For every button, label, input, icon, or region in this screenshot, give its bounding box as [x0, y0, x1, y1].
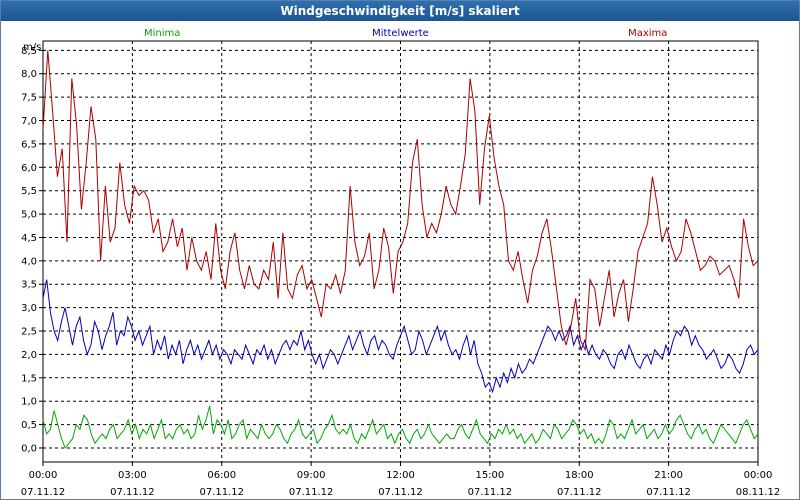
- x-tick-date: 07.11.12: [21, 487, 66, 498]
- legend-mittelwerte: Mittelwerte: [372, 28, 429, 39]
- x-tick-date: 08.11.12: [736, 487, 781, 498]
- y-tick-label: 7,5: [21, 93, 37, 104]
- x-tick-date: 07.11.12: [199, 487, 244, 498]
- y-tick-label: 0,0: [21, 443, 37, 454]
- x-tick-time: 00:00: [744, 470, 773, 481]
- y-tick-label: 8,0: [21, 69, 37, 80]
- x-tick-time: 18:00: [565, 470, 594, 481]
- y-tick-label: 5,5: [21, 186, 37, 197]
- chart-window: Windgeschwindigkeit [m/s] skaliert 0,0 0,…: [0, 0, 800, 500]
- x-tick-date: 07.11.12: [646, 487, 691, 498]
- x-tick-time: 15:00: [475, 470, 504, 481]
- y-axis-unit: m/s: [23, 42, 41, 53]
- x-tick-time: 00:00: [29, 470, 58, 481]
- y-tick-label: 2,5: [21, 327, 37, 338]
- y-tick-label: 6,0: [21, 163, 37, 174]
- x-tick-time: 03:00: [118, 470, 147, 481]
- x-tick-date: 07.11.12: [557, 487, 602, 498]
- y-tick-label: 0,5: [21, 420, 37, 431]
- legend-maxima: Maxima: [628, 28, 667, 39]
- y-tick-label: 5,0: [21, 210, 37, 221]
- y-tick-label: 1,5: [21, 373, 37, 384]
- y-tick-label: 2,0: [21, 350, 37, 361]
- x-tick-date: 07.11.12: [378, 487, 423, 498]
- x-tick-time: 09:00: [297, 470, 326, 481]
- legend: Minima Mittelwerte Maxima: [144, 28, 667, 39]
- y-tick-label: 3,0: [21, 303, 37, 314]
- x-tick-time: 06:00: [207, 470, 236, 481]
- x-tick-time: 12:00: [386, 470, 415, 481]
- x-tick-date: 07.11.12: [289, 487, 334, 498]
- y-tick-label: 1,0: [21, 397, 37, 408]
- x-tick-date: 07.11.12: [468, 487, 513, 498]
- y-tick-label: 6,5: [21, 139, 37, 150]
- wind-speed-chart: 0,0 0,5 1,0 1,5 2,0 2,5 3,0 3,5 4,0 4,5 5,0 5,5 6,0 6…: [21, 28, 781, 498]
- legend-minima: Minima: [144, 28, 180, 39]
- y-tick-label: 7,0: [21, 116, 37, 127]
- x-tick-time: 21:00: [654, 470, 683, 481]
- x-tick-date: 07.11.12: [110, 487, 155, 498]
- y-tick-label: 3,5: [21, 280, 37, 291]
- y-tick-label: 4,0: [21, 256, 37, 267]
- y-tick-label: 4,5: [21, 233, 37, 244]
